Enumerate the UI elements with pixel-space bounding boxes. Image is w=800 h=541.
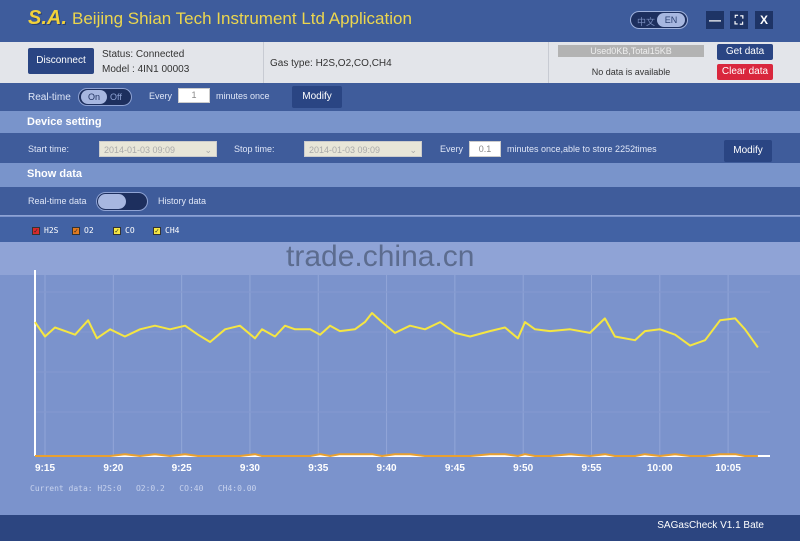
start-time-value: 2014-01-03 09:09: [104, 145, 176, 155]
start-time-select[interactable]: 2014-01-03 09:09 ⌄: [99, 141, 217, 157]
lang-zh[interactable]: 中文: [637, 15, 655, 28]
chart: 9:15 9:20 9:25 9:30 9:35 9:40 9:45 9:50 9:55 10:0…: [34, 270, 770, 474]
store-note: minutes once,able to store 2252times: [507, 144, 657, 154]
divider: [548, 42, 549, 83]
start-time-label: Start time:: [28, 144, 70, 154]
x-tick-label: 9:45: [445, 463, 465, 474]
storage-bar: Used0KB,Total15KB: [558, 45, 704, 57]
status-text: Status: Connected: [102, 49, 185, 60]
divider: [263, 42, 264, 83]
x-tick-label: 10:05: [715, 463, 741, 474]
every-label: Every: [440, 144, 464, 154]
data-mode-toggle[interactable]: [96, 192, 148, 211]
toggle-on: On: [81, 90, 107, 104]
app-title: Beijing Shian Tech Instrument Ltd Applic…: [72, 9, 412, 28]
x-tick-label: 9:20: [103, 463, 123, 474]
x-tick-label: 9:55: [581, 463, 601, 474]
x-tick-label: 9:40: [377, 463, 397, 474]
store-interval-input[interactable]: 0.1: [469, 141, 501, 157]
legend-label: O2: [84, 226, 94, 235]
clear-data-button[interactable]: Clear data: [717, 64, 773, 80]
current-data: Current data: H2S:0 O2:0.2 CO:40 CH4:0.0…: [30, 484, 257, 493]
every-label: Every: [149, 91, 173, 101]
logo: S.A.: [28, 7, 67, 29]
toggle-knob: [98, 194, 126, 209]
x-tick-label: 9:15: [35, 463, 55, 474]
legend-item-o2[interactable]: ✓ O2: [72, 226, 94, 235]
legend-label: CO: [125, 226, 135, 235]
interval-input[interactable]: 1: [178, 88, 210, 103]
checkbox-icon[interactable]: ✓: [113, 226, 121, 235]
chevron-down-icon: ⌄: [204, 145, 212, 155]
device-setting-header[interactable]: Device setting: [0, 111, 800, 133]
realtime-label: Real-time: [28, 92, 71, 103]
checkbox-icon[interactable]: ✓: [72, 226, 80, 235]
checkbox-icon[interactable]: ✓: [153, 226, 161, 235]
legend-label: H2S: [44, 226, 59, 235]
legend-item-ch4[interactable]: ✓ CH4: [153, 226, 179, 235]
close-icon[interactable]: X: [755, 11, 773, 29]
stop-time-select[interactable]: 2014-01-03 09:09 ⌄: [304, 141, 422, 157]
lang-en[interactable]: EN: [657, 13, 685, 27]
x-tick-label: 9:35: [308, 463, 328, 474]
show-data-header[interactable]: Show data: [0, 163, 800, 187]
toggle-off: Off: [110, 92, 122, 102]
model-text: Model : 4IN1 00003: [102, 64, 190, 75]
get-data-button[interactable]: Get data: [717, 44, 773, 60]
legend-item-h2s[interactable]: ✓ H2S: [32, 226, 58, 235]
device-modify-button[interactable]: Modify: [724, 140, 772, 162]
x-tick-label: 10:00: [647, 463, 673, 474]
realtime-toggle[interactable]: On Off: [78, 88, 132, 106]
legend-label: CH4: [165, 226, 180, 235]
x-tick-label: 9:50: [513, 463, 533, 474]
disconnect-button[interactable]: Disconnect: [28, 48, 94, 74]
gas-type: Gas type: H2S,O2,CO,CH4: [270, 58, 392, 69]
x-tick-label: 9:25: [172, 463, 192, 474]
checkbox-icon[interactable]: ✓: [32, 226, 40, 235]
minimize-icon[interactable]: —: [706, 11, 724, 29]
stop-time-value: 2014-01-03 09:09: [309, 145, 381, 155]
realtime-data-label: Real-time data: [28, 196, 87, 206]
unit-label: minutes once: [216, 91, 270, 101]
history-data-label: History data: [158, 196, 207, 206]
maximize-icon[interactable]: ⛶: [730, 11, 748, 29]
realtime-modify-button[interactable]: Modify: [292, 86, 342, 108]
series-co: [34, 312, 759, 348]
no-data-text: No data is available: [591, 67, 671, 77]
language-toggle[interactable]: 中文 EN: [630, 11, 688, 29]
legend-item-co[interactable]: ✓ CO: [113, 226, 135, 235]
stop-time-label: Stop time:: [234, 144, 275, 154]
version-text: SAGasCheck V1.1 Bate: [657, 520, 764, 531]
chevron-down-icon: ⌄: [409, 145, 417, 155]
x-tick-label: 9:30: [240, 463, 260, 474]
